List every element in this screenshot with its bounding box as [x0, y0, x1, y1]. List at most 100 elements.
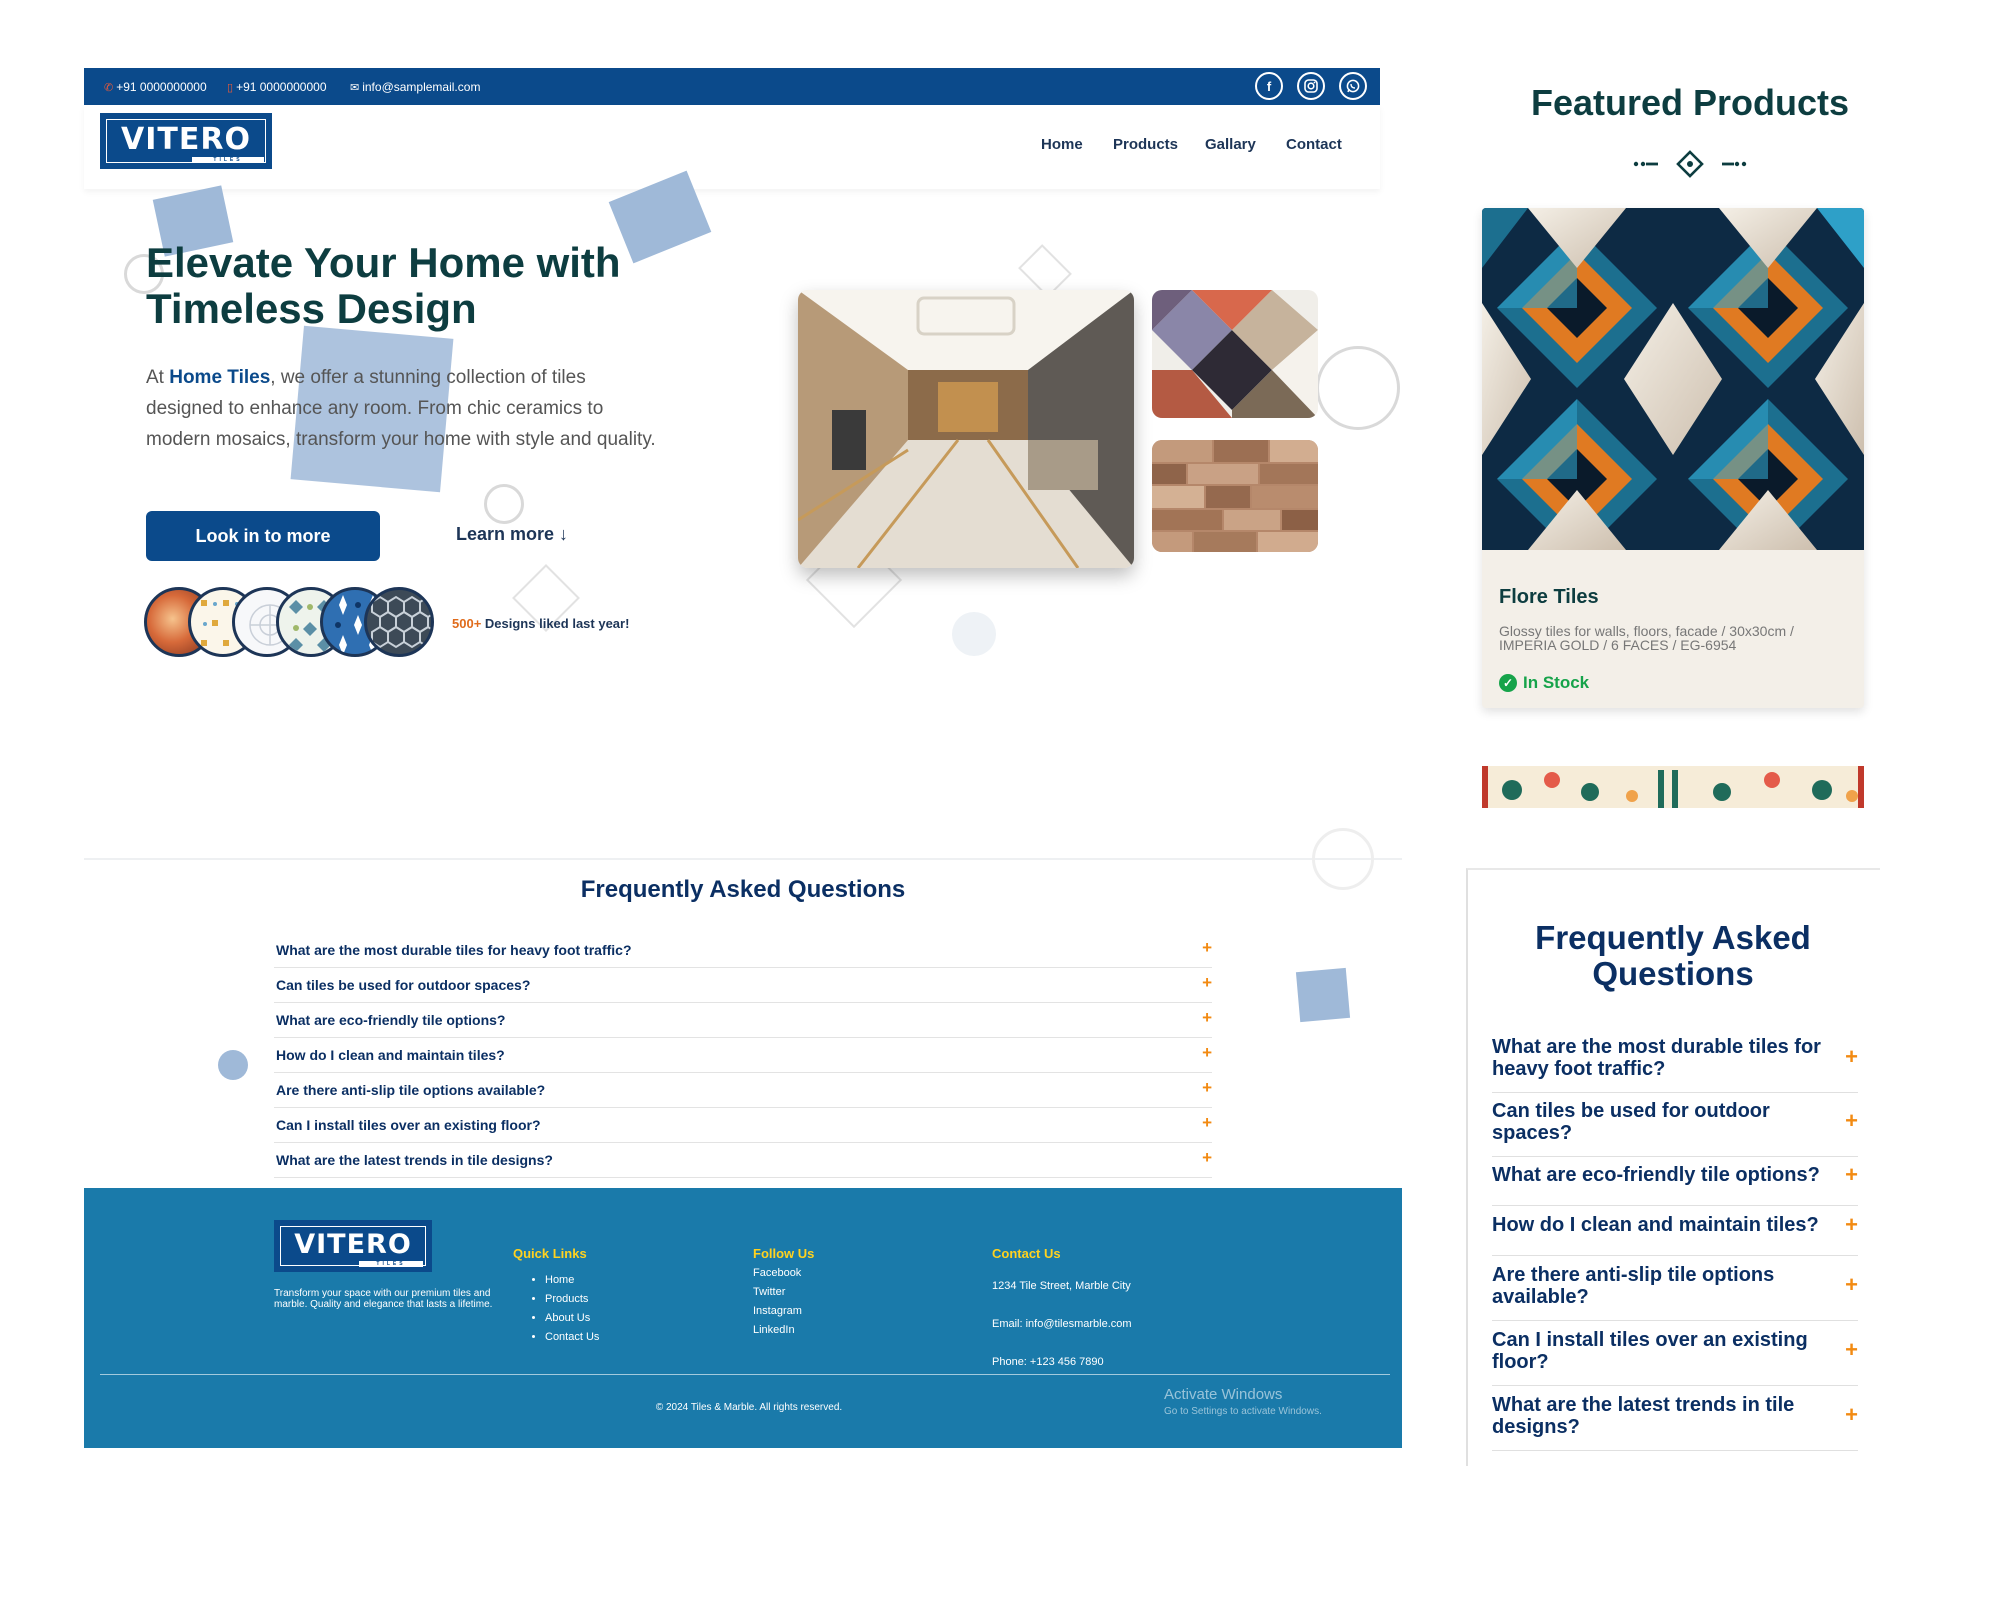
nav-gallary[interactable]: Gallary — [1205, 136, 1256, 153]
footer-link-home[interactable]: Home — [545, 1274, 599, 1293]
expand-plus-icon[interactable]: + — [1202, 1148, 1212, 1168]
footer-logo[interactable]: VITERO TILES — [274, 1220, 432, 1272]
logo-subtext: TILES — [192, 157, 264, 163]
email-contact[interactable]: ✉ info@samplemail.com — [350, 80, 480, 94]
faq-question: Are there anti-slip tile options availab… — [1492, 1264, 1775, 1308]
faq-question: Can tiles be used for outdoor spaces? — [276, 977, 531, 993]
nav-products[interactable]: Products — [1113, 136, 1178, 153]
stone-cladding-image — [1152, 440, 1318, 552]
email-address: info@samplemail.com — [362, 80, 481, 94]
footer-address: 1234 Tile Street, Marble City — [992, 1280, 1131, 1292]
product-name[interactable]: Flore Tiles — [1499, 586, 1599, 609]
logo-text: VITERO — [121, 122, 251, 157]
expand-plus-icon[interactable]: + — [1202, 1008, 1212, 1028]
mobile-faq-item[interactable]: Can I install tiles over an existing flo… — [1492, 1329, 1858, 1386]
hero-brand-name[interactable]: Home Tiles — [169, 367, 270, 388]
quick-links-list: Home Products About Us Contact Us — [545, 1274, 599, 1350]
phone-number-2: +91 0000000000 — [236, 80, 327, 94]
expand-plus-icon[interactable]: + — [1845, 1402, 1858, 1428]
nav-contact[interactable]: Contact — [1286, 136, 1342, 153]
expand-plus-icon[interactable]: + — [1845, 1212, 1858, 1238]
designs-text: Designs liked last year! — [481, 616, 630, 631]
instagram-icon[interactable] — [1297, 72, 1325, 100]
faq-question: What are eco-friendly tile options? — [1492, 1164, 1820, 1186]
faq-item[interactable]: Are there anti-slip tile options availab… — [274, 1073, 1212, 1108]
follow-instagram[interactable]: Instagram — [753, 1302, 802, 1321]
expand-plus-icon[interactable]: + — [1845, 1337, 1858, 1363]
decor-ring — [1316, 346, 1400, 430]
phone-contact-2[interactable]: ▯ +91 0000000000 — [227, 80, 327, 94]
quick-links-heading: Quick Links — [513, 1246, 587, 1261]
interior-showcase-image — [798, 290, 1134, 568]
phone-icon: ✆ — [104, 81, 114, 94]
faq-question: What are the most durable tiles for heav… — [276, 942, 632, 958]
faq-title: Frequently Asked Questions — [580, 876, 906, 903]
faq-question: What are the most durable tiles for heav… — [1492, 1036, 1821, 1080]
faq-item[interactable]: What are the most durable tiles for heav… — [274, 933, 1212, 968]
top-contact-bar: ✆ +91 0000000000 ▯ +91 0000000000 ✉ info… — [84, 68, 1380, 105]
mobile-icon: ▯ — [227, 81, 234, 94]
mobile-faq-item[interactable]: How do I clean and maintain tiles? + — [1492, 1212, 1858, 1256]
product-description: Glossy tiles for walls, floors, facade /… — [1499, 623, 1794, 653]
learn-more-link[interactable]: Learn more ↓ — [456, 524, 568, 545]
stock-status: ✓ In Stock — [1499, 673, 1589, 693]
featured-products-title: Featured Products — [1530, 82, 1850, 123]
faq-question: Can I install tiles over an existing flo… — [1492, 1329, 1808, 1373]
faq-question: Are there anti-slip tile options availab… — [276, 1082, 546, 1098]
decor-ring — [484, 484, 524, 524]
footer-phone[interactable]: Phone: +123 456 7890 — [992, 1356, 1104, 1368]
footer-link-about[interactable]: About Us — [545, 1312, 599, 1331]
expand-plus-icon[interactable]: + — [1845, 1044, 1858, 1070]
faq-item[interactable]: What are eco-friendly tile options? + — [274, 1003, 1212, 1038]
mobile-faq-item[interactable]: Are there anti-slip tile options availab… — [1492, 1264, 1858, 1321]
product-card[interactable]: Flore Tiles Glossy tiles for walls, floo… — [1482, 208, 1864, 708]
expand-plus-icon[interactable]: + — [1202, 1078, 1212, 1098]
mobile-faq-item[interactable]: What are the most durable tiles for heav… — [1492, 1036, 1858, 1093]
follow-facebook[interactable]: Facebook — [753, 1264, 801, 1283]
decor-dot — [218, 1050, 248, 1080]
footer-logo-text: VITERO — [294, 1229, 412, 1260]
phone-number-1: +91 0000000000 — [116, 80, 207, 94]
expand-plus-icon[interactable]: + — [1202, 1043, 1212, 1063]
hero-description: At Home Tiles, we offer a stunning colle… — [146, 362, 666, 455]
expand-plus-icon[interactable]: + — [1202, 938, 1212, 958]
facebook-icon[interactable]: f — [1255, 72, 1283, 100]
brand-logo[interactable]: VITERO TILES — [100, 113, 272, 169]
hero-title: Elevate Your Home with Timeless Design — [146, 239, 621, 332]
faq-item[interactable]: How do I clean and maintain tiles? + — [274, 1038, 1212, 1073]
mobile-faq-item[interactable]: What are eco-friendly tile options? + — [1492, 1162, 1858, 1206]
look-in-more-button[interactable]: Look in to more — [146, 511, 380, 561]
follow-twitter[interactable]: Twitter — [753, 1283, 785, 1302]
expand-plus-icon[interactable]: + — [1845, 1108, 1858, 1134]
faq-item[interactable]: What are the latest trends in tile desig… — [274, 1143, 1212, 1178]
decor-square — [1295, 967, 1351, 1023]
mobile-faq-item[interactable]: Can tiles be used for outdoor spaces? + — [1492, 1100, 1858, 1157]
footer-email[interactable]: Email: info@tilesmarble.com — [992, 1318, 1132, 1330]
faq-question: How do I clean and maintain tiles? — [276, 1047, 505, 1063]
faq-item[interactable]: Can I install tiles over an existing flo… — [274, 1108, 1212, 1143]
expand-plus-icon[interactable]: + — [1845, 1272, 1858, 1298]
decor-dot — [952, 612, 996, 656]
nav-home[interactable]: Home — [1041, 136, 1083, 153]
faq-question: How do I clean and maintain tiles? — [1492, 1214, 1819, 1236]
tile-samples-image — [1152, 290, 1318, 418]
footer-divider — [100, 1374, 1390, 1375]
faq-question: What are the latest trends in tile desig… — [276, 1152, 553, 1168]
design-thumbnail[interactable] — [364, 587, 434, 657]
section-divider — [84, 858, 1402, 860]
faq-question: Can tiles be used for outdoor spaces? — [1492, 1100, 1770, 1144]
phone-contact-1[interactable]: ✆ +91 0000000000 — [104, 80, 207, 94]
expand-plus-icon[interactable]: + — [1202, 973, 1212, 993]
mobile-faq-item[interactable]: What are the latest trends in tile desig… — [1492, 1394, 1858, 1451]
desktop-page: ✆ +91 0000000000 ▯ +91 0000000000 ✉ info… — [84, 68, 1402, 1456]
footer-link-products[interactable]: Products — [545, 1293, 599, 1312]
activate-subtitle: Go to Settings to activate Windows. — [1164, 1406, 1322, 1417]
faq-item[interactable]: Can tiles be used for outdoor spaces? + — [274, 968, 1212, 1003]
expand-plus-icon[interactable]: + — [1845, 1162, 1858, 1188]
next-product-preview[interactable] — [1482, 766, 1864, 808]
footer-link-contact[interactable]: Contact Us — [545, 1331, 599, 1350]
whatsapp-icon[interactable] — [1339, 72, 1367, 100]
follow-linkedin[interactable]: LinkedIn — [753, 1321, 795, 1340]
hero-text-prefix: At — [146, 367, 170, 388]
expand-plus-icon[interactable]: + — [1202, 1113, 1212, 1133]
